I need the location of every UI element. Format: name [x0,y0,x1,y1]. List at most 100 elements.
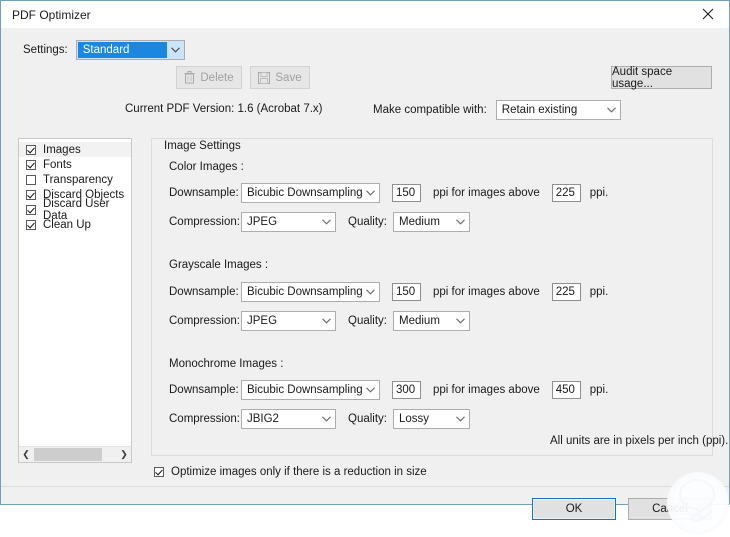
close-button[interactable] [687,1,729,27]
floppy-disk-icon [258,71,271,84]
delete-button-label: Delete [200,71,234,84]
settings-preset-dropdown[interactable]: Standard [75,40,185,60]
ppi-for-images-above-label: ppi for images above [433,286,540,298]
color-downsample-ppi-input[interactable] [392,184,421,202]
color-compression-dropdown[interactable]: JPEG [241,212,336,232]
current-pdf-version-text: Current PDF Version: 1.6 (Acrobat 7.x) [125,103,323,115]
monochrome-compression-dropdown[interactable]: JBIG2 [241,409,336,429]
chevron-down-icon [452,410,469,428]
chevron-down-icon [362,184,379,202]
ppi-for-images-above-label: ppi for images above [433,384,540,396]
monochrome-downsample-row: Downsample: Bicubic Downsampling to ppi … [169,380,608,400]
sidebar-item-transparency[interactable]: Transparency [19,172,131,187]
checkbox-icon[interactable] [26,144,36,155]
chevron-down-icon [318,213,335,231]
compression-label: Compression: [169,315,240,327]
settings-category-listbox[interactable]: Images Fonts Transparency Discard Object… [18,138,132,463]
chevron-right-icon[interactable]: ❯ [117,447,131,462]
optimize-images-checkbox-label: Optimize images only if there is a reduc… [171,466,427,478]
sidebar-item-label: Transparency [43,173,113,186]
color-threshold-ppi-input[interactable] [551,184,581,202]
compression-label: Compression: [169,216,240,228]
ppi-for-images-above-label: ppi for images above [433,187,540,199]
grayscale-quality-value: Medium [399,315,440,327]
quality-label: Quality: [348,216,387,228]
monochrome-downsample-method-dropdown[interactable]: Bicubic Downsampling to [241,380,380,400]
chevron-down-icon [362,381,379,399]
chevron-down-icon [318,410,335,428]
sidebar-item-discard-user-data[interactable]: Discard User Data [19,198,131,222]
grayscale-threshold-ppi-input[interactable] [551,283,581,301]
grayscale-downsample-ppi-input[interactable] [392,283,421,301]
color-quality-dropdown[interactable]: Medium [393,212,470,232]
chevron-left-icon[interactable]: ❮ [19,447,33,462]
grayscale-downsample-method-value: Bicubic Downsampling to [247,286,362,298]
units-note: All units are in pixels per inch (ppi). [550,435,729,447]
color-quality-value: Medium [399,216,440,228]
checkbox-icon[interactable] [26,174,36,185]
chevron-down-icon [362,283,379,301]
settings-label: Settings: [23,44,68,56]
settings-preset-value: Standard [77,42,167,58]
color-downsample-method-dropdown[interactable]: Bicubic Downsampling to [241,183,380,203]
downsample-label: Downsample: [169,187,239,199]
delete-button[interactable]: Delete [176,66,242,89]
audit-space-usage-label: Audit space usage... [612,65,673,90]
monochrome-compression-row: Compression: JBIG2 Quality: Lossy [169,409,470,429]
trash-icon [184,71,195,84]
checkbox-icon[interactable] [154,467,164,477]
optimize-images-checkbox-row[interactable]: Optimize images only if there is a reduc… [154,466,427,478]
window-title: PDF Optimizer [12,7,91,22]
chevron-down-icon [318,312,335,330]
settings-category-list: Images Fonts Transparency Discard Object… [19,139,131,446]
grayscale-quality-dropdown[interactable]: Medium [393,311,470,331]
sidebar-item-images[interactable]: Images [19,142,131,157]
grayscale-compression-row: Compression: JPEG Quality: Medium [169,311,470,331]
compression-label: Compression: [169,413,240,425]
cancel-button[interactable]: Cancel [628,498,712,520]
ppi-unit-label: ppi. [589,187,609,199]
ok-button[interactable]: OK [532,498,616,520]
title-bar: PDF Optimizer [1,1,729,28]
checkbox-icon[interactable] [26,204,36,215]
grayscale-downsample-method-dropdown[interactable]: Bicubic Downsampling to [241,282,380,302]
listbox-horizontal-scrollbar[interactable]: ❮ ❯ [19,446,131,462]
checkbox-icon[interactable] [26,189,36,200]
chevron-down-icon [452,312,469,330]
color-downsample-method-value: Bicubic Downsampling to [247,187,362,199]
checkbox-icon[interactable] [26,159,36,170]
monochrome-downsample-ppi-input[interactable] [392,381,421,399]
close-icon [702,8,714,20]
grayscale-compression-value: JPEG [247,315,278,327]
quality-label: Quality: [348,315,387,327]
downsample-label: Downsample: [169,384,239,396]
grayscale-downsample-row: Downsample: Bicubic Downsampling to ppi … [169,282,608,302]
color-compression-value: JPEG [247,216,278,228]
downsample-label: Downsample: [169,286,239,298]
ppi-unit-label: ppi. [589,384,609,396]
save-button-label: Save [275,71,302,84]
save-button[interactable]: Save [250,66,310,89]
monochrome-images-heading: Monochrome Images : [169,358,284,370]
sidebar-item-label: Images [43,143,81,156]
sidebar-item-label: Fonts [43,158,72,171]
make-compatible-dropdown[interactable]: Retain existing [495,100,621,120]
monochrome-threshold-ppi-input[interactable] [551,381,581,399]
monochrome-quality-value: Lossy [399,413,430,425]
quality-label: Quality: [348,413,387,425]
sidebar-item-label: Clean Up [43,218,91,231]
scrollbar-thumb[interactable] [34,448,102,461]
scrollbar-track[interactable] [33,447,117,462]
footer-divider [1,486,729,487]
chevron-down-icon [167,41,184,59]
chevron-down-icon [603,101,620,119]
make-compatible-value: Retain existing [501,104,578,116]
color-images-heading: Color Images : [169,161,244,173]
checkbox-icon[interactable] [26,219,36,230]
grayscale-compression-dropdown[interactable]: JPEG [241,311,336,331]
audit-space-usage-button[interactable]: Audit space usage... [611,65,712,90]
monochrome-quality-dropdown[interactable]: Lossy [393,409,470,429]
chevron-down-icon [452,213,469,231]
sidebar-item-fonts[interactable]: Fonts [19,157,131,172]
grayscale-images-heading: Grayscale Images : [169,259,269,271]
